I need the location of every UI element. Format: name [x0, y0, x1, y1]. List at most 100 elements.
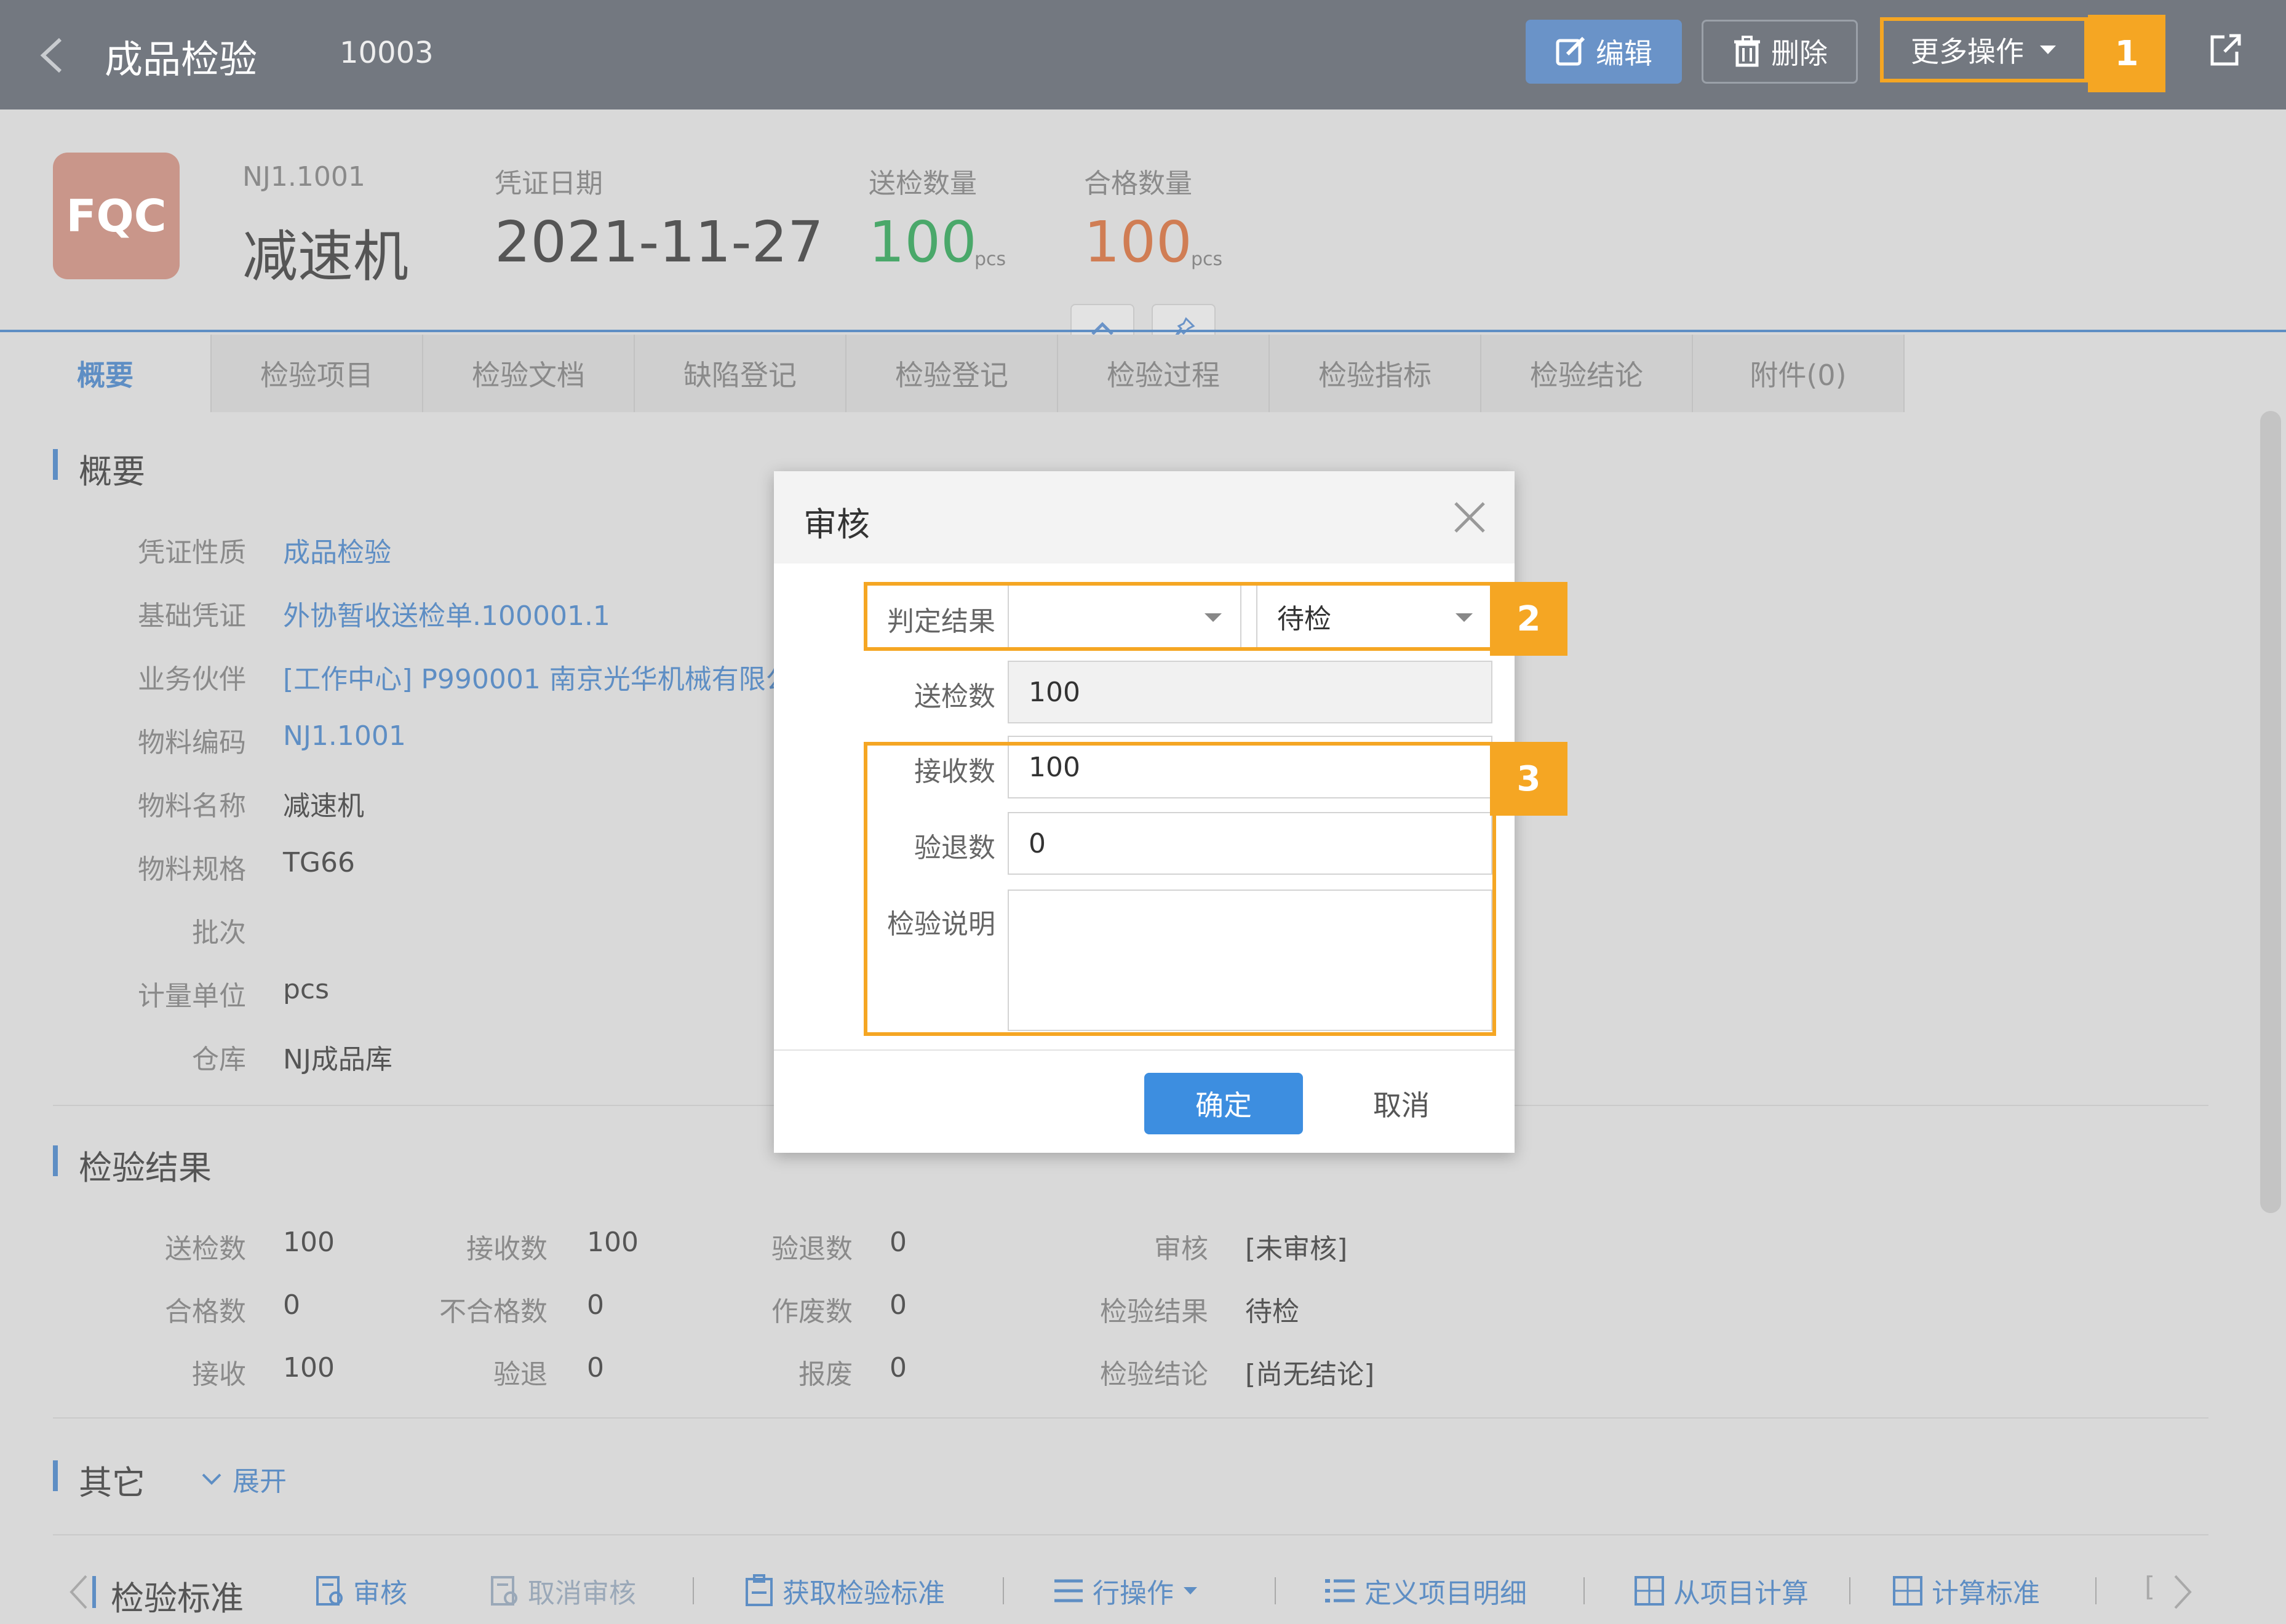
- return-count-input[interactable]: 0: [1008, 812, 1492, 875]
- get-standard-label: 获取检验标准: [783, 1578, 945, 1609]
- toolbar-separator: [1849, 1577, 1850, 1604]
- dialog-title: 审核: [803, 505, 870, 544]
- voucher-type-link[interactable]: 成品检验: [283, 530, 391, 570]
- define-items-action[interactable]: 定义项目明细: [1324, 1571, 1527, 1610]
- calc-standard-label: 计算标准: [1932, 1578, 2040, 1609]
- calc-standard-action[interactable]: 计算标准: [1892, 1571, 2040, 1610]
- tab-inspection-process[interactable]: 检验过程: [1058, 335, 1270, 412]
- field-label: 批次: [192, 917, 246, 949]
- result-label: 作废数: [771, 1296, 853, 1327]
- result-value: 0: [587, 1352, 604, 1383]
- clipboard-icon: [746, 1574, 773, 1606]
- sent-count-label: 送检数: [914, 681, 995, 712]
- share-icon[interactable]: [2206, 32, 2243, 69]
- result-value: 0: [890, 1289, 907, 1321]
- toolbar-separator: [2095, 1577, 2097, 1604]
- more-actions-label: 更多操作: [1911, 35, 2024, 68]
- bullet-list-icon: [1325, 1579, 1355, 1602]
- result-label: 验退数: [771, 1233, 853, 1265]
- dialog-footer-divider: [774, 1049, 1515, 1051]
- return-count-label: 验退数: [914, 832, 995, 864]
- page-title: 成品检验: [105, 37, 258, 82]
- result-value: 100: [283, 1352, 335, 1383]
- calc-from-items-action[interactable]: 从项目计算: [1634, 1571, 1809, 1610]
- delete-button[interactable]: 删除: [1702, 20, 1858, 84]
- tab-overview[interactable]: 概要: [0, 335, 212, 412]
- document-number: 10003: [340, 36, 434, 70]
- top-bar: 成品检验 10003 编辑 删除 更多操作 1: [0, 0, 2286, 109]
- caret-down-icon: [1456, 613, 1473, 622]
- field-label: 计量单位: [138, 981, 246, 1012]
- row-ops-dropdown[interactable]: 行操作: [1053, 1571, 1198, 1610]
- tab-bar: 概要 检验项目 检验文档 缺陷登记 检验登记 检验过程 检验指标 检验结论 附件…: [0, 330, 2286, 412]
- edit-button[interactable]: 编辑: [1526, 20, 1682, 84]
- scroll-right-icon[interactable]: [2172, 1574, 2194, 1610]
- result-value: 0: [587, 1289, 604, 1321]
- tab-inspection-metrics[interactable]: 检验指标: [1270, 335, 1481, 412]
- sent-count-field: 100: [1008, 661, 1492, 723]
- calc-from-items-label: 从项目计算: [1673, 1578, 1809, 1609]
- field-label: 仓库: [192, 1044, 246, 1075]
- result-label: 报废: [799, 1359, 853, 1390]
- cancel-approve-action[interactable]: 取消审核: [490, 1571, 636, 1610]
- tab-attachments[interactable]: 附件(0): [1693, 335, 1905, 412]
- annotation-badge-3: 3: [1490, 742, 1567, 816]
- list-icon: [1054, 1579, 1083, 1602]
- status-select[interactable]: 待检: [1256, 584, 1492, 648]
- accept-count-input[interactable]: 100: [1008, 736, 1492, 798]
- define-items-label: 定义项目明细: [1364, 1578, 1527, 1609]
- result-value: 100: [283, 1227, 335, 1258]
- partner-link[interactable]: [工作中心] P990001 南京光华机械有限公: [283, 657, 775, 696]
- close-icon[interactable]: [1449, 497, 1490, 538]
- result-label: 送检数: [165, 1233, 246, 1265]
- item-code: NJ1.1001: [242, 161, 365, 193]
- judge-result-select[interactable]: [1008, 584, 1241, 648]
- unit-value: pcs: [283, 974, 330, 1005]
- result-value: 0: [283, 1289, 300, 1321]
- field-label: 物料规格: [138, 854, 246, 885]
- pass-qty-unit: pcs: [1191, 249, 1223, 270]
- tab-inspection-items[interactable]: 检验项目: [212, 335, 423, 412]
- calculator-icon: [1635, 1576, 1664, 1606]
- result-value: 0: [890, 1352, 907, 1383]
- pass-qty-value: 100: [1084, 209, 1192, 275]
- back-arrow-icon[interactable]: [36, 36, 70, 75]
- field-label: 业务伙伴: [138, 664, 246, 695]
- tab-inspection-conclusion[interactable]: 检验结论: [1481, 335, 1693, 412]
- field-label: 物料名称: [138, 790, 246, 822]
- result-label: 合格数: [165, 1296, 246, 1327]
- result-label: 接收数: [466, 1233, 548, 1265]
- field-label: 物料编码: [138, 727, 246, 758]
- row-ops-label: 行操作: [1093, 1578, 1174, 1609]
- expand-toggle[interactable]: 展开: [201, 1459, 287, 1499]
- more-actions-dropdown[interactable]: 更多操作: [1880, 17, 2088, 82]
- base-voucher-link[interactable]: 外协暂收送检单.100001.1: [283, 594, 610, 633]
- field-label: 凭证性质: [138, 537, 246, 568]
- voucher-date: 2021-11-27: [495, 209, 824, 275]
- fqc-logo: FQC: [53, 153, 180, 279]
- overview-section-title: 概要: [53, 444, 145, 493]
- chevron-down-icon: [1184, 1587, 1197, 1594]
- trash-icon: [1734, 36, 1760, 67]
- item-name: 减速机: [242, 225, 408, 289]
- confirm-button[interactable]: 确定: [1144, 1073, 1303, 1134]
- warehouse-value: NJ成品库: [283, 1044, 392, 1075]
- get-standard-action[interactable]: 获取检验标准: [744, 1571, 945, 1610]
- truncated-action[interactable]: [: [2145, 1571, 2155, 1602]
- result-section-title: 检验结果: [53, 1140, 212, 1189]
- material-code-link[interactable]: NJ1.1001: [283, 720, 406, 752]
- expand-label: 展开: [233, 1466, 287, 1497]
- approve-label: 审核: [353, 1578, 407, 1609]
- result-label: 检验结果: [1100, 1296, 1208, 1327]
- edit-icon: [1556, 36, 1585, 66]
- tab-inspection-register[interactable]: 检验登记: [846, 335, 1058, 412]
- scroll-left-icon[interactable]: [68, 1574, 90, 1610]
- tab-inspection-docs[interactable]: 检验文档: [423, 335, 635, 412]
- approve-action[interactable]: 审核: [315, 1571, 407, 1610]
- inspection-note-textarea[interactable]: [1008, 890, 1492, 1031]
- tab-defects[interactable]: 缺陷登记: [635, 335, 846, 412]
- toolbar-separator: [693, 1577, 694, 1604]
- other-section-title: 其它: [53, 1455, 145, 1504]
- cancel-button[interactable]: 取消: [1340, 1073, 1463, 1134]
- vertical-scrollbar[interactable]: [2260, 411, 2281, 1213]
